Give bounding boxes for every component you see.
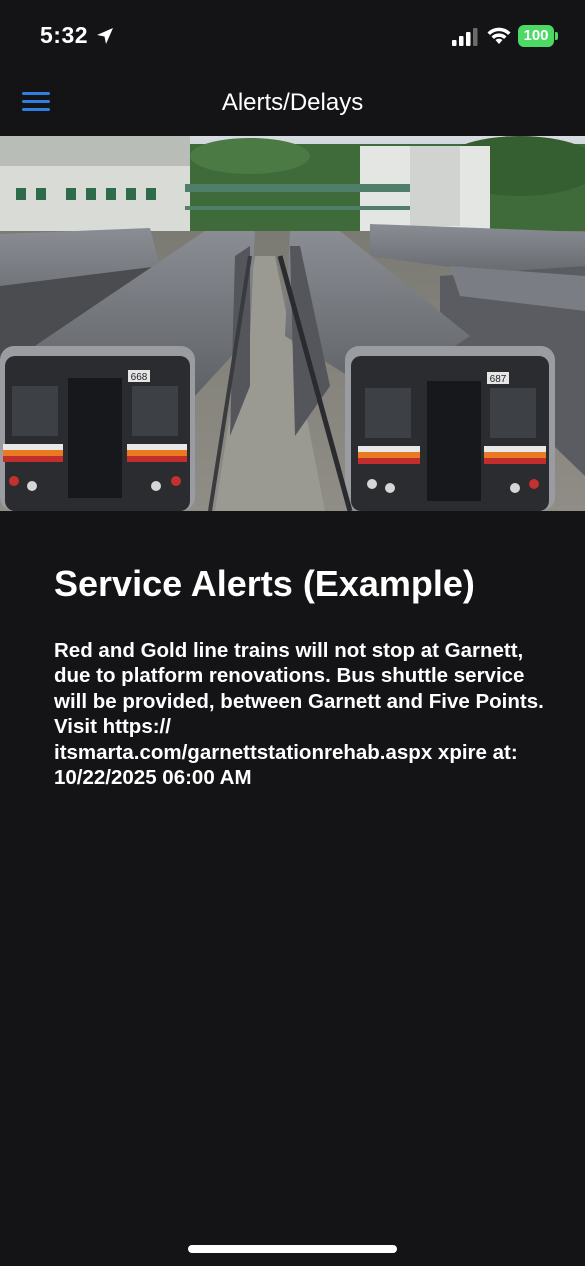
train-yard-photo: 668 687 [0,136,585,511]
battery-icon: 100 [518,25,558,47]
left-car-number: 668 [131,372,148,383]
cellular-signal-icon [452,28,478,46]
navigation-bar: Alerts/Delays [0,72,585,136]
alert-title: Service Alerts (Example) [54,563,475,604]
alert-body: Red and Gold line trains will not stop a… [54,639,544,790]
battery-level: 100 [518,25,554,47]
wifi-icon [487,27,511,44]
battery-tip [555,32,558,40]
location-arrow-icon [97,28,113,44]
alert-card: Service Alerts (Example) Red and Gold li… [54,562,544,790]
app-screen: 5:32 100 Alerts/Delays 668 687 Service A… [0,0,585,1266]
train-yard-illustration: 668 687 [0,136,585,511]
status-time: 5:32 [40,22,89,48]
page-title: Alerts/Delays [221,89,364,116]
home-indicator[interactable] [188,1245,397,1253]
status-bar: 5:32 100 [0,0,585,72]
right-car-number: 687 [490,374,507,385]
